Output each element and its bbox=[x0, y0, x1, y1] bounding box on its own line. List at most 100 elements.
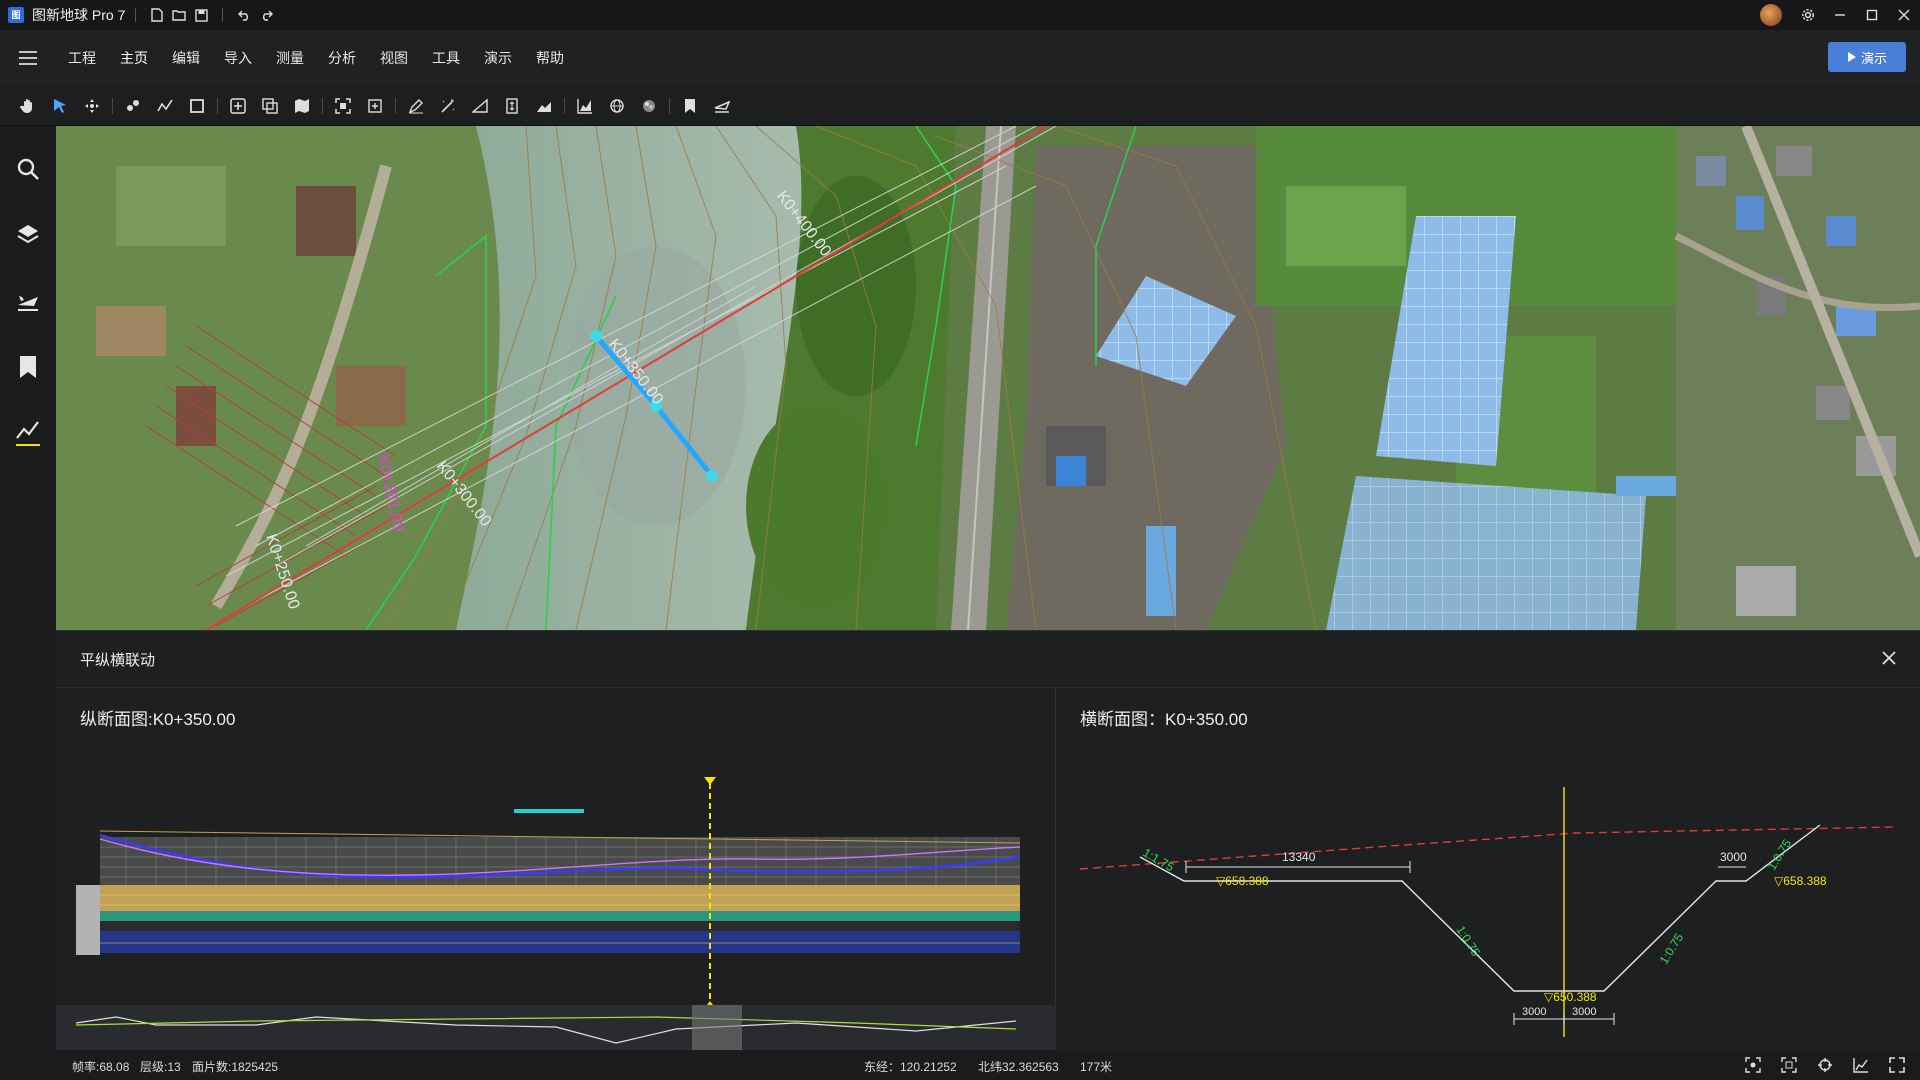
pen-icon[interactable] bbox=[400, 90, 432, 122]
menu-tools[interactable]: 工具 bbox=[420, 30, 472, 86]
height-icon[interactable] bbox=[496, 90, 528, 122]
demo-button-label: 演示 bbox=[1860, 50, 1887, 66]
layers-icon[interactable] bbox=[0, 202, 56, 268]
slope-label-left-mid: 1:0.75 bbox=[1453, 923, 1483, 959]
bookmark-icon[interactable] bbox=[0, 334, 56, 400]
select-arrow-icon[interactable] bbox=[44, 90, 76, 122]
zoom-extent-icon[interactable] bbox=[1742, 1054, 1764, 1076]
divider bbox=[217, 97, 218, 114]
frame-icon[interactable] bbox=[359, 90, 391, 122]
flight-icon[interactable] bbox=[706, 90, 738, 122]
profile-icon[interactable] bbox=[528, 90, 560, 122]
save-icon[interactable] bbox=[190, 4, 212, 26]
maximize-icon[interactable] bbox=[1856, 0, 1888, 30]
menu-presentation[interactable]: 演示 bbox=[472, 30, 524, 86]
cross-section-drawing[interactable]: 1:1.75 1:0.75 1:0.75 1:0.75 13340 3000 ▽… bbox=[1056, 737, 1920, 1051]
menu-edit[interactable]: 编辑 bbox=[160, 30, 212, 86]
wand-icon[interactable] bbox=[432, 90, 464, 122]
menu-project[interactable]: 工程 bbox=[56, 30, 108, 86]
chart-icon[interactable] bbox=[1850, 1054, 1872, 1076]
elevation-label-right: ▽658.388 bbox=[1774, 874, 1827, 888]
overview-viewport-handle[interactable] bbox=[692, 1005, 742, 1051]
slope-label-left-top: 1:1.75 bbox=[1141, 845, 1177, 874]
toolbar bbox=[0, 86, 1920, 126]
left-sidebar bbox=[0, 126, 56, 1080]
close-panel-icon[interactable] bbox=[1882, 648, 1896, 671]
menu-bar: 工程 主页 编辑 导入 测量 分析 视图 工具 演示 帮助 演示 bbox=[0, 30, 1920, 86]
divider bbox=[564, 97, 565, 114]
divider bbox=[669, 97, 670, 114]
aerial-map[interactable]: K0+400.00 K0+350.00 K0+300.00 K0+250.00 … bbox=[56, 126, 1920, 630]
slope-icon[interactable] bbox=[464, 90, 496, 122]
active-indicator bbox=[16, 444, 40, 446]
status-bar: 帧率:68.08 层级:13 面片数:1825425 东经：120.21252 … bbox=[56, 1050, 1920, 1080]
cross-section-profile: 横断面图：K0+350.00 1:1.75 1:0.75 1:0.75 1:0.… bbox=[1056, 687, 1920, 1051]
width-label-left: 13340 bbox=[1282, 850, 1316, 864]
zoom-fit-icon[interactable] bbox=[1778, 1054, 1800, 1076]
map-icon[interactable] bbox=[286, 90, 318, 122]
longitude-readout: 东经：120.21252 bbox=[864, 1060, 957, 1074]
panel-header: 平纵横联动 bbox=[56, 631, 1920, 688]
close-window-icon[interactable] bbox=[1888, 0, 1920, 30]
undo-icon[interactable] bbox=[233, 4, 255, 26]
linked-profile-panel: 平纵横联动 纵断面图:K0+350.00 横断面图：K0+350.00 1:1.… bbox=[56, 630, 1920, 1051]
elevation-label-left: ▽658.388 bbox=[1216, 874, 1269, 888]
width-label-right: 3000 bbox=[1720, 850, 1747, 864]
globe-icon[interactable] bbox=[601, 90, 633, 122]
avatar[interactable] bbox=[1760, 4, 1782, 26]
slope-label-right-mid: 1:0.75 bbox=[1657, 931, 1687, 967]
hand-pan-icon[interactable] bbox=[12, 90, 44, 122]
scale-readout: 177米 bbox=[1080, 1060, 1113, 1074]
new-file-icon[interactable] bbox=[146, 4, 168, 26]
compass-icon[interactable] bbox=[1814, 1054, 1836, 1076]
fit-icon[interactable] bbox=[327, 90, 359, 122]
menu-help[interactable]: 帮助 bbox=[524, 30, 576, 86]
demo-button[interactable]: 演示 bbox=[1828, 42, 1906, 72]
profile-overview-strip[interactable] bbox=[56, 1005, 1056, 1051]
flight-icon[interactable] bbox=[0, 268, 56, 334]
window-controls bbox=[1760, 0, 1920, 30]
bookmark-icon[interactable] bbox=[674, 90, 706, 122]
settings-gear-icon[interactable] bbox=[1792, 0, 1824, 30]
slope-label-right-top: 1:0.75 bbox=[1765, 837, 1795, 873]
menu-home[interactable]: 主页 bbox=[108, 30, 160, 86]
hamburger-menu-icon[interactable] bbox=[0, 51, 56, 65]
add-icon[interactable] bbox=[222, 90, 254, 122]
polyline-icon[interactable] bbox=[149, 90, 181, 122]
divider bbox=[395, 97, 396, 114]
menu-import[interactable]: 导入 bbox=[212, 30, 264, 86]
divider bbox=[135, 8, 137, 22]
menu-view[interactable]: 视图 bbox=[368, 30, 420, 86]
menu-analysis[interactable]: 分析 bbox=[316, 30, 368, 86]
longitudinal-profile: 纵断面图:K0+350.00 bbox=[56, 687, 1056, 1051]
app-logo: 图 bbox=[8, 7, 24, 23]
color-icon[interactable] bbox=[633, 90, 665, 122]
bottom-width-right: 3000 bbox=[1572, 1006, 1596, 1018]
bottom-width-left: 3000 bbox=[1522, 1006, 1546, 1018]
menu-measure[interactable]: 测量 bbox=[264, 30, 316, 86]
divider bbox=[322, 97, 323, 114]
search-icon[interactable] bbox=[0, 136, 56, 202]
panel-title: 平纵横联动 bbox=[80, 651, 156, 669]
map-view[interactable]: K0+400.00 K0+350.00 K0+300.00 K0+250.00 … bbox=[56, 126, 1920, 630]
cross-section-title: 横断面图：K0+350.00 bbox=[1080, 710, 1248, 729]
rectangle-icon[interactable] bbox=[181, 90, 213, 122]
open-folder-icon[interactable] bbox=[168, 4, 190, 26]
fullscreen-icon[interactable] bbox=[1886, 1054, 1908, 1076]
divider bbox=[222, 8, 224, 22]
app-title: 图新地球 Pro 7 bbox=[32, 7, 126, 23]
profile-line-icon[interactable] bbox=[0, 400, 56, 466]
long-profile-title: 纵断面图:K0+350.00 bbox=[80, 710, 236, 729]
level-readout: 层级:13 bbox=[140, 1060, 181, 1074]
point-icon[interactable] bbox=[117, 90, 149, 122]
title-bar: 图 图新地球 Pro 7 bbox=[0, 0, 1920, 30]
latitude-readout: 北纬32.362563 bbox=[978, 1060, 1059, 1074]
copy-icon[interactable] bbox=[254, 90, 286, 122]
move-icon[interactable] bbox=[76, 90, 108, 122]
minimize-icon[interactable] bbox=[1824, 0, 1856, 30]
redo-icon[interactable] bbox=[255, 4, 277, 26]
status-tools bbox=[1742, 1054, 1908, 1076]
fps-readout: 帧率:68.08 bbox=[72, 1060, 130, 1074]
chart-icon[interactable] bbox=[569, 90, 601, 122]
face-count-readout: 面片数:1825425 bbox=[192, 1060, 279, 1074]
